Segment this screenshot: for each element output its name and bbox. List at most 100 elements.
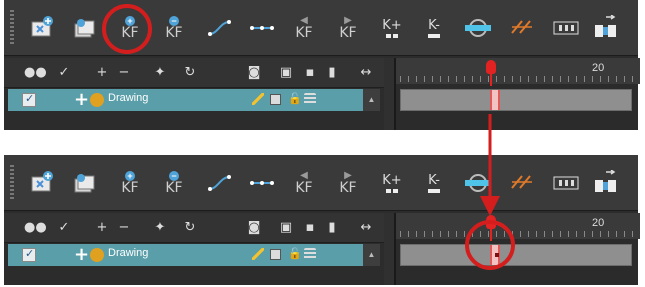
panel-splitter[interactable] [384, 213, 394, 285]
delete-keyframe-button[interactable]: − KF [156, 163, 192, 203]
k-minus-button[interactable]: K- [416, 8, 452, 48]
remove-layer-icon[interactable]: − [114, 219, 134, 237]
layer-toolbar: ●● ✓ + − ✦ ↻ ◙ ▣ ▪ ▮ ↔ [4, 58, 384, 88]
white-square-icon[interactable]: ▮ [322, 64, 342, 82]
add-keyframe-button[interactable]: + KF [112, 163, 148, 203]
next-keyframe-button[interactable]: ▶ KF [330, 163, 366, 203]
layer-stack-icon[interactable] [304, 248, 316, 260]
expand-columns-icon[interactable]: ↔ [356, 219, 376, 237]
motion-path-icon[interactable] [504, 8, 540, 48]
layer-color-swatch[interactable] [270, 249, 281, 260]
scroll-up-button[interactable]: ▲ [363, 89, 380, 111]
timeline-panel-before: + KF − KF ◀ KF ▶ KF K+ K- ●● ✓ + − ✦ ↻ ◙… [4, 0, 640, 130]
timeline-panel-after: + KF − KF ◀ KF ▶ KF K+ K- ●● ✓ + − ✦ ↻ ◙… [4, 155, 640, 285]
add-peg-layer-icon[interactable]: ↻ [180, 219, 200, 237]
timeline-area: 20 [394, 58, 640, 130]
toolbar-grip[interactable] [10, 10, 14, 46]
camera-icon[interactable]: ◙ [244, 219, 264, 237]
red-arrow-icon [480, 114, 500, 216]
toolbar-grip[interactable] [10, 165, 14, 201]
drawing-layer-track[interactable] [400, 244, 632, 266]
set-constant-icon[interactable] [244, 8, 280, 48]
add-drawing-layer-icon[interactable]: ✦ [150, 219, 170, 237]
next-keyframe-label: KF [339, 25, 357, 41]
timeline-area: 20 [394, 213, 640, 285]
show-all-icon[interactable]: ●● [24, 64, 47, 82]
add-layer-icon[interactable]: + [92, 64, 112, 82]
add-drawing-layer-icon[interactable]: ✦ [150, 64, 170, 82]
drawing-layer-row[interactable]: + Drawing 🔓 ▲ [8, 244, 380, 266]
small-square-icon[interactable]: ▪ [300, 219, 320, 237]
expand-columns-icon[interactable]: ↔ [356, 64, 376, 82]
drawing-layer-row[interactable]: + Drawing 🔓 ▲ [8, 89, 380, 111]
enable-all-icon[interactable]: ✓ [54, 64, 74, 82]
onion-skin-icon[interactable] [460, 8, 496, 48]
layer-plus-icon: + [74, 89, 90, 110]
drawing-layer-track[interactable] [400, 89, 632, 111]
layer-toolbar: ●● ✓ + − ✦ ↻ ◙ ▣ ▪ ▮ ↔ [4, 213, 384, 243]
frames-toggle-icon[interactable] [548, 163, 584, 203]
add-layer-icon[interactable]: + [92, 219, 112, 237]
single-layer-icon[interactable]: ▣ [276, 64, 296, 82]
previous-keyframe-button[interactable]: ◀ KF [286, 8, 322, 48]
add-peg-layer-icon[interactable]: ↻ [180, 64, 200, 82]
pencil-icon[interactable] [252, 248, 264, 260]
delete-keyframe-label: KF [165, 25, 183, 41]
remove-layer-icon[interactable]: − [114, 64, 134, 82]
lock-icon[interactable]: 🔓 [288, 248, 302, 260]
next-keyframe-label: KF [339, 180, 357, 196]
layer-stack-icon[interactable] [304, 93, 316, 105]
previous-keyframe-label: KF [295, 180, 313, 196]
show-all-icon[interactable]: ●● [24, 219, 47, 237]
layer-color-swatch[interactable] [270, 94, 281, 105]
k-plus-label: K+ [382, 172, 402, 188]
previous-keyframe-button[interactable]: ◀ KF [286, 163, 322, 203]
previous-keyframe-label: KF [295, 25, 313, 41]
timeline-toolbar: + KF − KF ◀ KF ▶ KF K+ K- [4, 155, 638, 211]
frame-number-label: 20 [592, 217, 605, 229]
frame-ruler[interactable]: 20 [396, 58, 640, 86]
expand-icon[interactable] [588, 163, 624, 203]
layer-enable-checkbox[interactable] [22, 247, 36, 262]
delete-keyframe-button[interactable]: − KF [156, 8, 192, 48]
delete-keyframe-label: KF [165, 180, 183, 196]
set-ease-icon[interactable] [202, 8, 238, 48]
set-constant-icon[interactable] [244, 163, 280, 203]
k-minus-label: K- [428, 172, 440, 188]
panel-splitter[interactable] [384, 58, 394, 130]
k-minus-label: K- [428, 17, 440, 33]
white-square-icon[interactable]: ▮ [322, 219, 342, 237]
layer-name[interactable]: Drawing [108, 92, 148, 104]
expand-icon[interactable] [588, 8, 624, 48]
frame-ruler[interactable]: 20 [396, 213, 640, 241]
highlight-circle-add-keyframe [102, 4, 152, 54]
create-drawing-icon[interactable] [24, 8, 60, 48]
create-drawing-copy-icon[interactable] [66, 8, 102, 48]
playhead[interactable] [486, 58, 496, 86]
add-keyframe-label: KF [121, 180, 139, 196]
k-plus-label: K+ [382, 17, 402, 33]
enable-all-icon[interactable]: ✓ [54, 219, 74, 237]
timeline-toolbar: + KF − KF ◀ KF ▶ KF K+ K- [4, 0, 638, 56]
k-plus-button[interactable]: K+ [374, 163, 410, 203]
pencil-icon[interactable] [252, 93, 264, 105]
frames-toggle-icon[interactable] [548, 8, 584, 48]
motion-path-icon[interactable] [504, 163, 540, 203]
ruler-ticks [400, 76, 640, 82]
camera-icon[interactable]: ◙ [244, 64, 264, 82]
current-frame-cell[interactable] [490, 90, 500, 110]
k-plus-button[interactable]: K+ [374, 8, 410, 48]
scroll-up-button[interactable]: ▲ [363, 244, 380, 266]
layer-enable-checkbox[interactable] [22, 92, 36, 107]
layer-name[interactable]: Drawing [108, 247, 148, 259]
create-drawing-icon[interactable] [24, 163, 60, 203]
set-ease-icon[interactable] [202, 163, 238, 203]
small-square-icon[interactable]: ▪ [300, 64, 320, 82]
highlight-circle-keyframe [465, 220, 515, 270]
k-minus-button[interactable]: K- [416, 163, 452, 203]
lock-icon[interactable]: 🔓 [288, 93, 302, 105]
single-layer-icon[interactable]: ▣ [276, 219, 296, 237]
next-keyframe-button[interactable]: ▶ KF [330, 8, 366, 48]
create-drawing-copy-icon[interactable] [66, 163, 102, 203]
drawing-layer-icon [90, 93, 104, 107]
